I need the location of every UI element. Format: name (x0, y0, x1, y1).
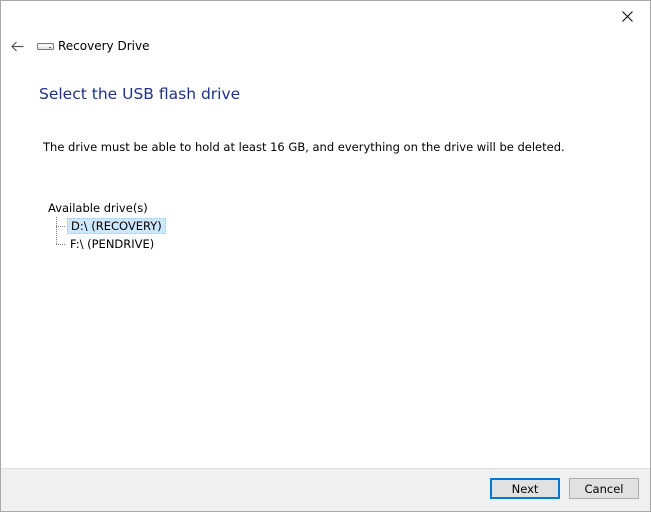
arrow-left-icon (10, 41, 23, 51)
page-title: Select the USB flash drive (39, 85, 241, 103)
close-icon (621, 11, 633, 22)
app-title: Recovery Drive (58, 39, 150, 53)
wizard-footer: Next Cancel (1, 468, 650, 511)
drive-item-label: D:\ (RECOVERY) (67, 218, 166, 234)
cancel-button[interactable]: Cancel (569, 478, 639, 499)
drive-item-label: F:\ (PENDRIVE) (70, 237, 155, 251)
drive-item-pendrive[interactable]: F:\ (PENDRIVE) (56, 235, 166, 253)
next-button[interactable]: Next (490, 478, 560, 499)
close-button[interactable] (604, 1, 650, 32)
navigation-bar: Recovery Drive (1, 31, 604, 61)
tree-root-label: Available drive(s) (48, 201, 148, 215)
tree-branch (56, 225, 65, 227)
drive-requirement-text: The drive must be able to hold at least … (43, 140, 565, 154)
drive-tree: Available drive(s) D:\ (RECOVERY) F:\ (P… (48, 200, 166, 253)
back-button[interactable] (2, 31, 32, 61)
drive-list: D:\ (RECOVERY) F:\ (PENDRIVE) (56, 217, 166, 253)
drive-icon (37, 41, 54, 51)
tree-branch (56, 243, 65, 245)
recovery-drive-window: Recovery Drive Select the USB flash driv… (0, 0, 651, 512)
drive-item-recovery[interactable]: D:\ (RECOVERY) (56, 217, 166, 235)
